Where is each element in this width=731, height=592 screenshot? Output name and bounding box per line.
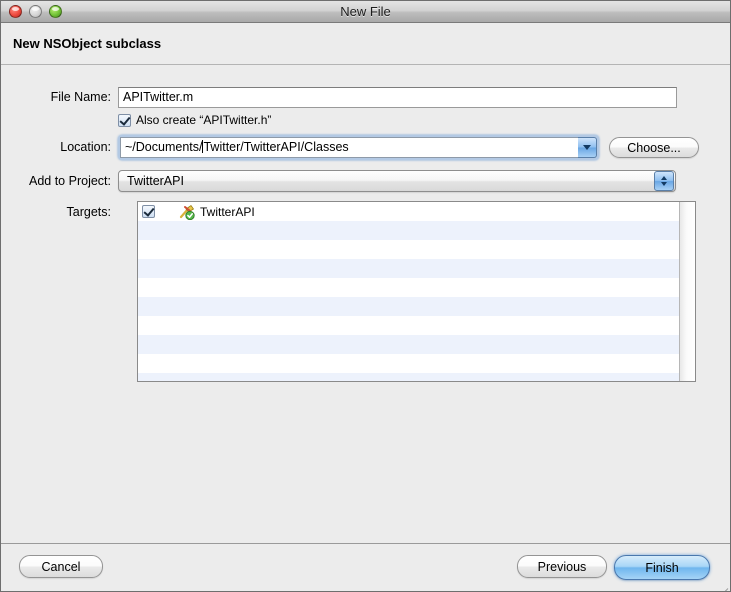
zoom-button[interactable] — [49, 5, 62, 18]
file-name-label: File Name: — [50, 90, 111, 104]
location-input[interactable]: ~/Documents/Twitter/TwitterAPI/Classes — [120, 137, 578, 158]
new-file-dialog-window: New File New NSObject subclass File Name… — [0, 0, 731, 592]
list-item — [138, 278, 679, 297]
file-name-input[interactable]: APITwitter.m — [118, 87, 677, 108]
checkmark-icon — [118, 113, 131, 127]
dialog-header: New NSObject subclass — [1, 23, 730, 65]
location-combo-box[interactable]: ~/Documents/Twitter/TwitterAPI/Classes — [118, 135, 599, 160]
close-button[interactable] — [9, 5, 22, 18]
list-item — [138, 335, 679, 354]
title-bar[interactable]: New File — [1, 1, 730, 23]
dialog-footer: Cancel Previous Finish — [1, 543, 730, 591]
previous-button[interactable]: Previous — [517, 555, 607, 578]
file-name-row: File Name: APITwitter.m — [1, 87, 677, 108]
window-title: New File — [340, 4, 391, 19]
list-item — [138, 354, 679, 373]
add-to-project-row: Add to Project: TwitterAPI — [1, 170, 676, 192]
list-item — [138, 373, 679, 381]
choose-button[interactable]: Choose... — [609, 137, 699, 158]
target-row-content: TwitterAPI — [159, 204, 255, 220]
chevron-down-icon — [583, 145, 591, 150]
target-row-label: TwitterAPI — [200, 204, 255, 219]
target-hammer-icon — [179, 204, 195, 220]
form-content: File Name: APITwitter.m Also create “API… — [1, 65, 730, 543]
targets-label-row: Targets: — [1, 202, 118, 223]
also-create-checkbox[interactable]: Also create “APITwitter.h” — [118, 113, 271, 127]
list-item — [138, 240, 679, 259]
add-to-project-value: TwitterAPI — [127, 174, 184, 188]
add-to-project-select[interactable]: TwitterAPI — [118, 170, 676, 192]
also-create-label: Also create “APITwitter.h” — [136, 113, 272, 127]
page-title: New NSObject subclass — [13, 36, 162, 51]
targets-label: Targets: — [66, 205, 111, 219]
targets-list-scrollbar[interactable] — [679, 202, 695, 381]
targets-list[interactable]: TwitterAPI — [137, 201, 696, 382]
minimize-button[interactable] — [29, 5, 42, 18]
location-label: Location: — [60, 140, 111, 154]
table-row[interactable]: TwitterAPI — [138, 202, 679, 221]
window-controls — [9, 5, 62, 18]
finish-button[interactable]: Finish — [614, 555, 710, 580]
target-row-checkbox[interactable] — [138, 205, 159, 218]
checkmark-icon — [142, 205, 155, 218]
location-dropdown-button[interactable] — [578, 137, 597, 158]
list-item — [138, 259, 679, 278]
updown-chevron-icon — [654, 171, 674, 191]
list-item — [138, 297, 679, 316]
add-to-project-label: Add to Project: — [29, 174, 111, 188]
resize-grip[interactable] — [714, 576, 730, 591]
location-value-after-caret: Twitter/TwitterAPI/Classes — [203, 140, 349, 154]
location-row: Location: ~/Documents/Twitter/TwitterAPI… — [1, 135, 699, 160]
cancel-button[interactable]: Cancel — [19, 555, 103, 578]
location-value-before-caret: ~/Documents/ — [125, 140, 203, 154]
list-item — [138, 221, 679, 240]
targets-list-rows: TwitterAPI — [138, 202, 679, 381]
also-create-row: Also create “APITwitter.h” — [118, 113, 271, 127]
list-item — [138, 316, 679, 335]
